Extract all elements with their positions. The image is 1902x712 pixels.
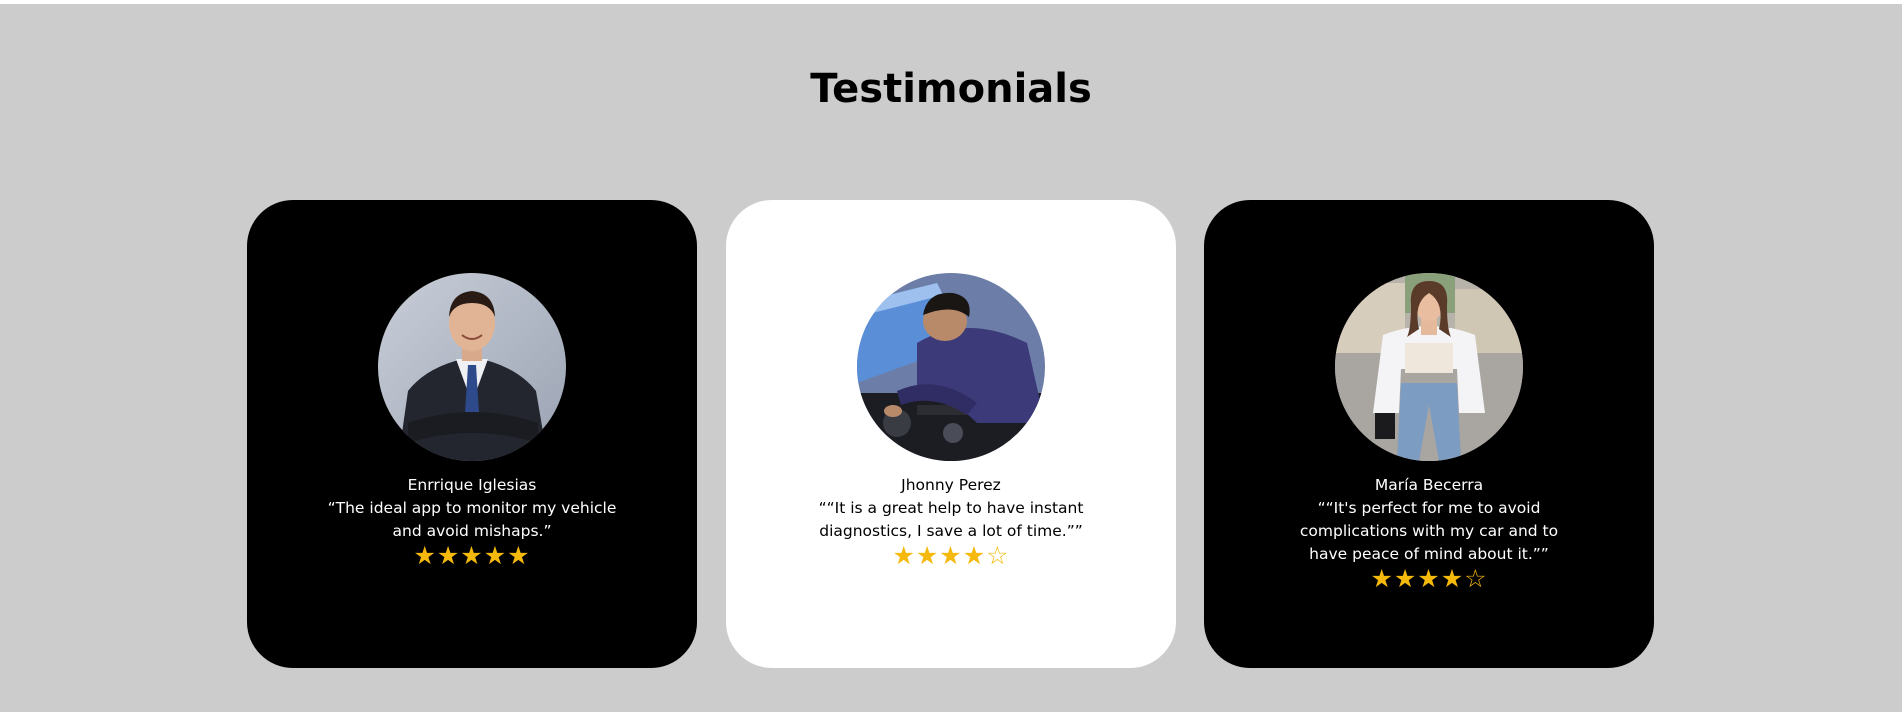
woman-photo [1335,273,1523,461]
testimonial-name: Enrrique Iglesias [407,476,537,494]
star-rating: ★★★★☆ [1370,564,1488,593]
testimonial-name: Jhonny Perez [901,476,1001,494]
testimonial-quote: “The ideal app to monitor my vehicle and… [327,499,617,540]
avatar [378,273,566,461]
testimonial-name: María Becerra [1374,476,1484,494]
section-title: Testimonials [810,66,1092,112]
star-rating: ★★★★★ [413,541,531,570]
mechanic-photo [857,273,1045,461]
testimonial-card: Enrrique Iglesias “The ideal app to moni… [247,200,697,668]
star-rating: ★★★★☆ [892,541,1010,570]
businessman-photo [378,273,566,461]
testimonial-card: María Becerra ““It's perfect for me to a… [1204,200,1654,668]
testimonial-quote: ““It's perfect for me to avoid complicat… [1299,499,1559,563]
avatar [1335,273,1523,461]
testimonials-section: Testimonials Enrrique Iglesias “The idea… [0,4,1902,712]
testimonial-card: Jhonny Perez ““It is a great help to hav… [726,200,1176,668]
avatar [857,273,1045,461]
testimonial-quote: ““It is a great help to have instant dia… [818,499,1084,540]
